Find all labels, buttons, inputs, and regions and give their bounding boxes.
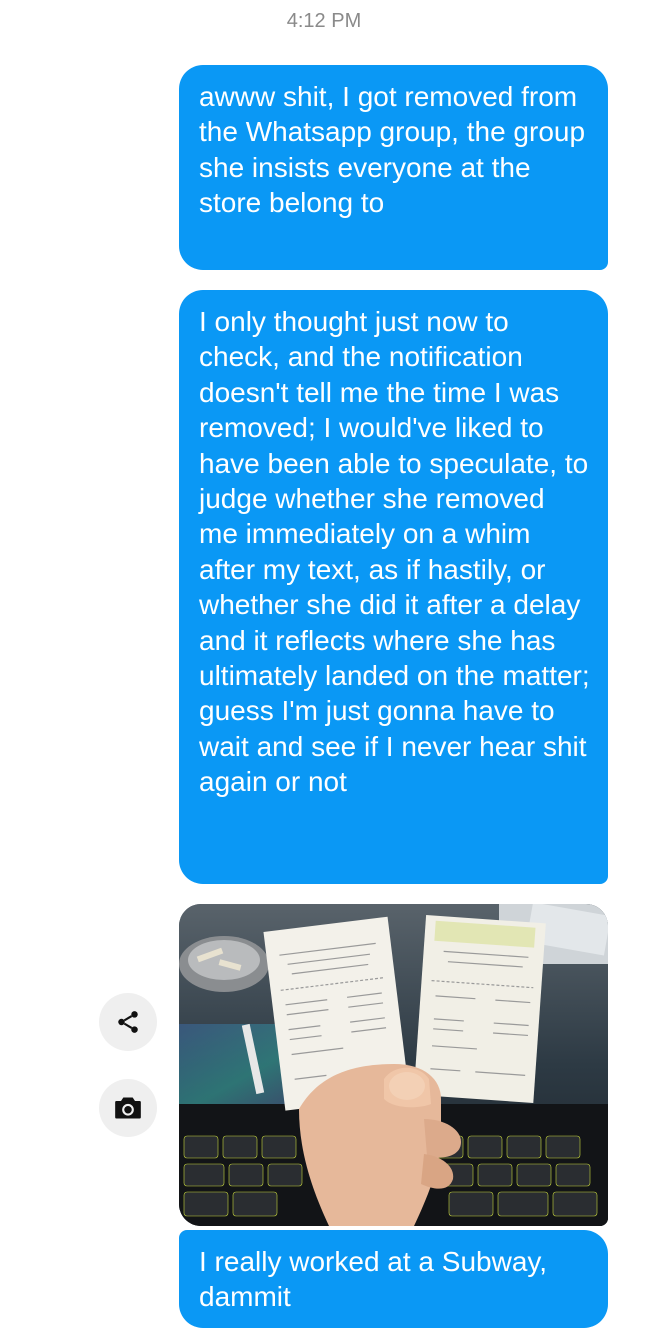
message-timestamp: 4:12 PM	[286, 10, 362, 32]
message-photo[interactable]	[179, 904, 608, 1226]
camera-button[interactable]	[99, 1079, 157, 1137]
message-bubble-outgoing[interactable]: awww shit, I got removed from the Whatsa…	[179, 65, 608, 270]
share-button[interactable]	[99, 993, 157, 1051]
share-icon	[118, 1011, 138, 1033]
receipt-photo-image	[179, 904, 608, 1226]
camera-icon	[115, 1097, 141, 1119]
message-bubble-outgoing[interactable]: I only thought just now to check, and th…	[179, 290, 608, 884]
message-bubble-outgoing[interactable]: I really worked at a Subway, dammit	[179, 1230, 608, 1328]
